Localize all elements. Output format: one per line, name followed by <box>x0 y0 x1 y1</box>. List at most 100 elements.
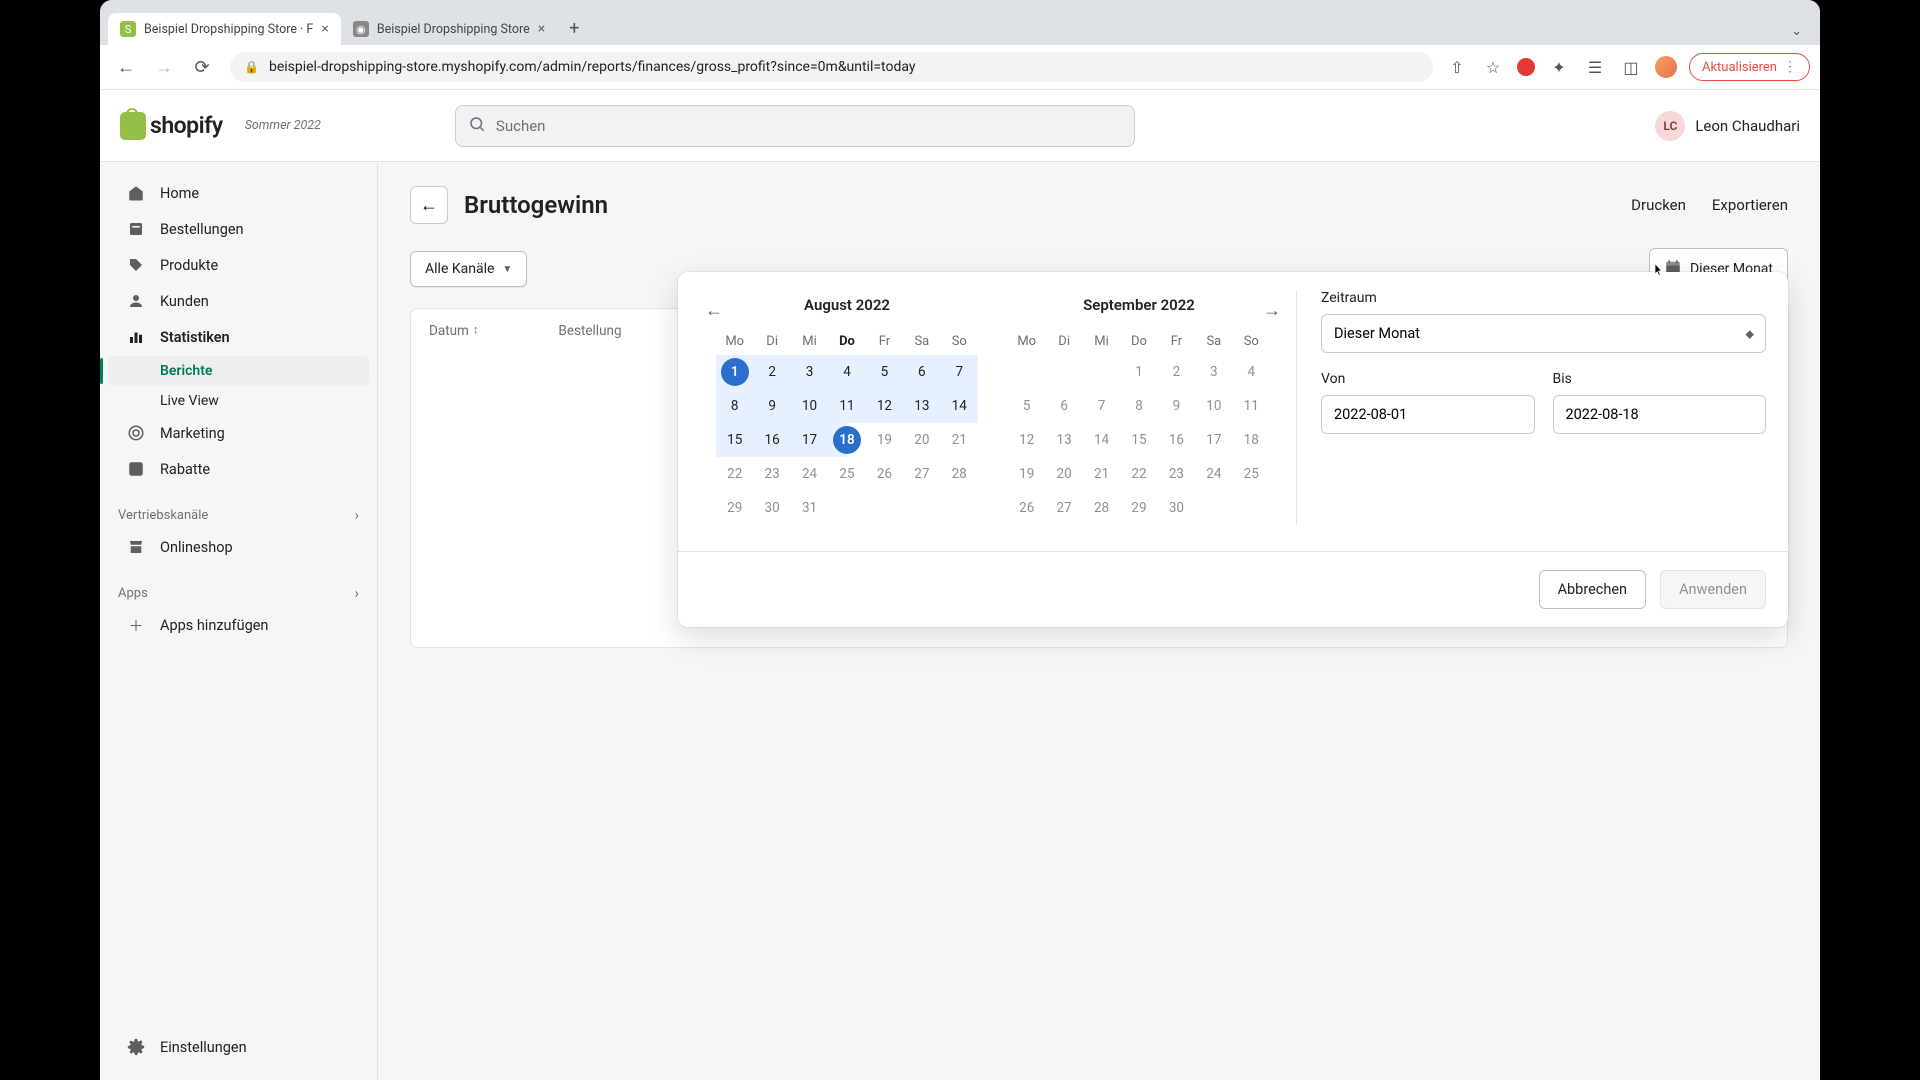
calendar-day[interactable]: 3 <box>1195 355 1232 389</box>
calendar-day[interactable]: 13 <box>903 389 940 423</box>
sidebar-item-products[interactable]: Produkte <box>108 248 369 282</box>
close-icon[interactable]: × <box>321 21 328 37</box>
close-icon[interactable]: × <box>538 21 545 37</box>
calendar-day[interactable]: 31 <box>791 491 828 525</box>
profile-avatar-icon[interactable] <box>1655 56 1677 78</box>
calendar-day[interactable]: 1 <box>1120 355 1157 389</box>
calendar-day[interactable]: 3 <box>791 355 828 389</box>
calendar-day[interactable]: 21 <box>941 423 978 457</box>
extension-adblock-icon[interactable] <box>1517 58 1535 76</box>
calendar-day[interactable]: 26 <box>866 457 903 491</box>
calendar-day[interactable]: 6 <box>1045 389 1082 423</box>
calendar-day[interactable]: 16 <box>1158 423 1195 457</box>
to-date-input[interactable] <box>1553 395 1767 434</box>
calendar-day[interactable]: 14 <box>941 389 978 423</box>
timerange-select[interactable]: Dieser Monat <box>1321 314 1766 353</box>
calendar-day[interactable]: 22 <box>716 457 753 491</box>
calendar-day[interactable]: 29 <box>1120 491 1157 525</box>
channels-dropdown[interactable]: Alle Kanäle ▼ <box>410 251 527 287</box>
bookmark-star-icon[interactable]: ☆ <box>1481 55 1505 79</box>
calendar-day[interactable]: 26 <box>1008 491 1045 525</box>
browser-tab[interactable]: ◉ Beispiel Dropshipping Store × <box>341 13 557 45</box>
calendar-next-button[interactable]: → <box>1258 296 1286 324</box>
calendar-day[interactable]: 7 <box>1083 389 1120 423</box>
calendar-day[interactable]: 10 <box>1195 389 1232 423</box>
calendar-day[interactable]: 6 <box>903 355 940 389</box>
calendar-day[interactable]: 7 <box>941 355 978 389</box>
calendar-day[interactable]: 15 <box>1120 423 1157 457</box>
calendar-day[interactable]: 24 <box>791 457 828 491</box>
calendar-day[interactable]: 19 <box>866 423 903 457</box>
calendar-day[interactable]: 14 <box>1083 423 1120 457</box>
calendar-day[interactable]: 25 <box>828 457 865 491</box>
calendar-day[interactable]: 12 <box>1008 423 1045 457</box>
sidebar-sub-live-view[interactable]: Live View <box>108 386 369 416</box>
calendar-day[interactable]: 18 <box>1233 423 1270 457</box>
calendar-day[interactable]: 27 <box>1045 491 1082 525</box>
share-icon[interactable]: ⇧ <box>1445 55 1469 79</box>
calendar-day[interactable]: 28 <box>941 457 978 491</box>
calendar-day[interactable]: 8 <box>1120 389 1157 423</box>
calendar-day[interactable]: 17 <box>1195 423 1232 457</box>
column-header-date[interactable]: Datum ↕ <box>429 323 478 633</box>
calendar-day[interactable]: 25 <box>1233 457 1270 491</box>
cancel-button[interactable]: Abbrechen <box>1539 570 1646 609</box>
from-date-input[interactable] <box>1321 395 1535 434</box>
extensions-puzzle-icon[interactable]: ✦ <box>1547 55 1571 79</box>
calendar-day[interactable]: 2 <box>753 355 790 389</box>
shopify-logo[interactable]: shopify <box>120 112 223 140</box>
calendar-prev-button[interactable]: ← <box>700 296 728 324</box>
calendar-day[interactable]: 17 <box>791 423 828 457</box>
calendar-day[interactable]: 28 <box>1083 491 1120 525</box>
calendar-day[interactable]: 11 <box>1233 389 1270 423</box>
calendar-day[interactable]: 1 <box>716 355 753 389</box>
calendar-day[interactable]: 5 <box>866 355 903 389</box>
calendar-day[interactable]: 12 <box>866 389 903 423</box>
calendar-day[interactable]: 9 <box>753 389 790 423</box>
sidebar-item-discounts[interactable]: Rabatte <box>108 452 369 486</box>
search-input[interactable]: Suchen <box>455 105 1135 147</box>
sidebar-item-marketing[interactable]: Marketing <box>108 416 369 450</box>
side-panel-icon[interactable]: ◫ <box>1619 55 1643 79</box>
sidebar-item-customers[interactable]: Kunden <box>108 284 369 318</box>
calendar-day[interactable]: 5 <box>1008 389 1045 423</box>
calendar-day[interactable]: 29 <box>716 491 753 525</box>
print-button[interactable]: Drucken <box>1631 196 1686 214</box>
calendar-day[interactable]: 23 <box>753 457 790 491</box>
browser-tab-active[interactable]: S Beispiel Dropshipping Store · F × <box>108 13 341 45</box>
sidebar-item-onlineshop[interactable]: Onlineshop <box>108 530 369 564</box>
sidebar-item-settings[interactable]: Einstellungen <box>108 1030 369 1064</box>
calendar-day[interactable]: 20 <box>903 423 940 457</box>
calendar-day[interactable]: 24 <box>1195 457 1232 491</box>
browser-update-button[interactable]: Aktualisieren ⋮ <box>1689 53 1810 81</box>
calendar-day[interactable]: 18 <box>828 423 865 457</box>
calendar-day[interactable]: 13 <box>1045 423 1082 457</box>
export-button[interactable]: Exportieren <box>1712 196 1788 214</box>
calendar-day[interactable]: 2 <box>1158 355 1195 389</box>
sidebar-item-orders[interactable]: Bestellungen <box>108 212 369 246</box>
calendar-day[interactable]: 19 <box>1008 457 1045 491</box>
calendar-day[interactable]: 9 <box>1158 389 1195 423</box>
calendar-day[interactable]: 11 <box>828 389 865 423</box>
calendar-day[interactable]: 4 <box>828 355 865 389</box>
new-tab-button[interactable]: + <box>561 12 587 45</box>
calendar-day[interactable]: 8 <box>716 389 753 423</box>
calendar-day[interactable]: 30 <box>1158 491 1195 525</box>
calendar-day[interactable]: 27 <box>903 457 940 491</box>
calendar-day[interactable]: 21 <box>1083 457 1120 491</box>
user-menu[interactable]: LC Leon Chaudhari <box>1655 111 1800 141</box>
back-button[interactable]: ← <box>410 186 448 224</box>
tabs-chevron-down-icon[interactable]: ⌄ <box>1781 18 1812 45</box>
nav-back-button[interactable]: ← <box>110 51 142 83</box>
sidebar-item-analytics[interactable]: Statistiken <box>108 320 369 354</box>
nav-reload-button[interactable]: ⟳ <box>186 51 218 83</box>
calendar-day[interactable]: 16 <box>753 423 790 457</box>
url-field[interactable]: 🔒 beispiel-dropshipping-store.myshopify.… <box>230 52 1433 82</box>
calendar-day[interactable]: 10 <box>791 389 828 423</box>
sidebar-item-home[interactable]: Home <box>108 176 369 210</box>
sidebar-sub-reports[interactable]: Berichte <box>108 356 369 386</box>
sidebar-item-add-apps[interactable]: ＋ Apps hinzufügen <box>108 608 369 642</box>
calendar-day[interactable]: 22 <box>1120 457 1157 491</box>
reading-list-icon[interactable]: ☰ <box>1583 55 1607 79</box>
chevron-right-icon[interactable]: › <box>354 584 359 602</box>
